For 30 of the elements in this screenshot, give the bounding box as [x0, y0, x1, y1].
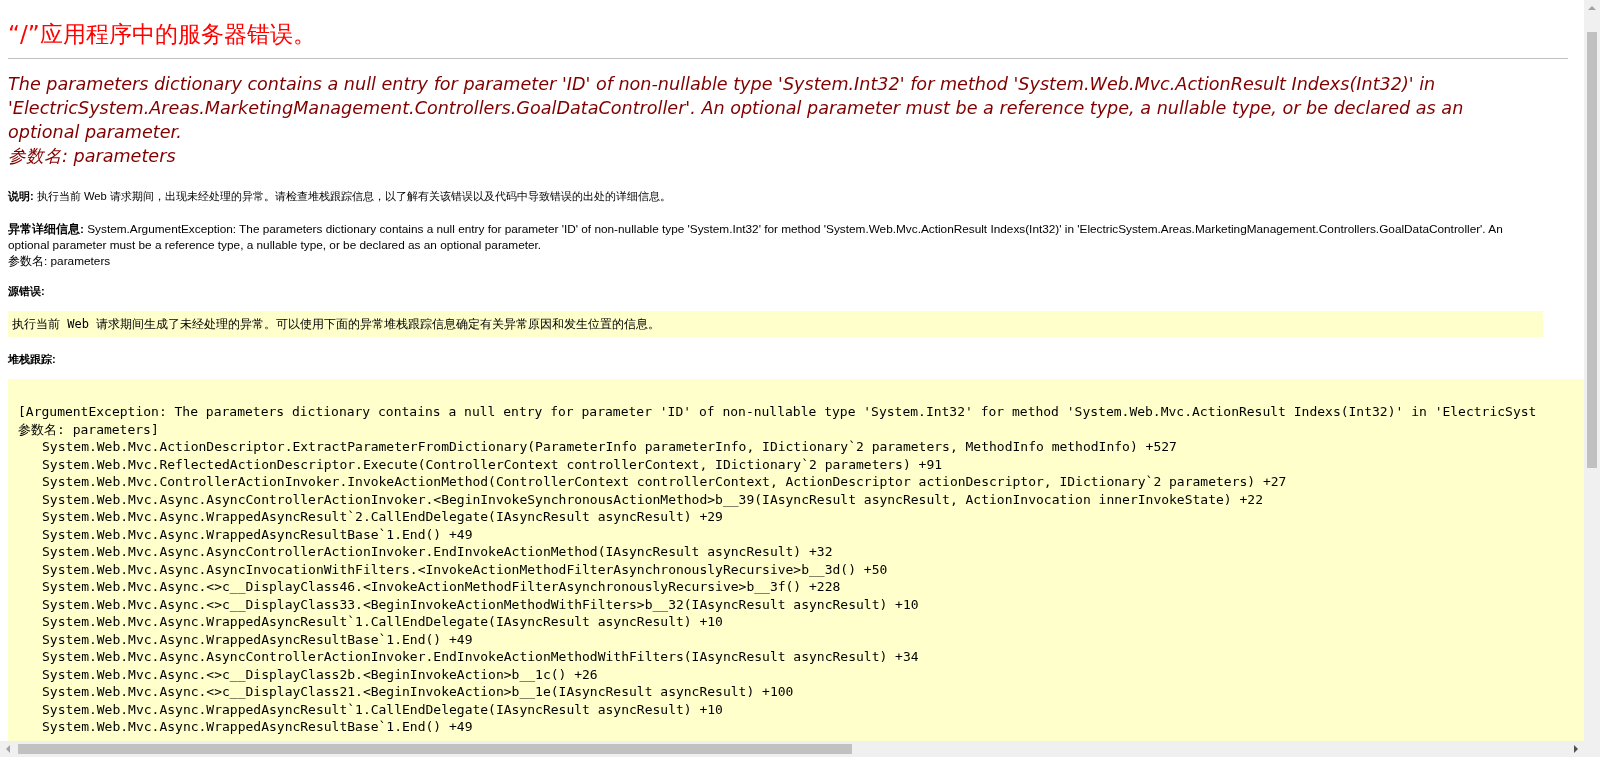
stack-trace-line: System.Web.Mvc.Async.WrappedAsyncResult`2.CallEndDelegate(IAsyncResult asyncResult) +29	[41, 508, 724, 526]
page-title: “/”应用程序中的服务器错误。	[8, 20, 317, 49]
stack-trace-line: 参数名: parameters]	[18, 420, 160, 438]
stack-trace-line: System.Web.Mvc.ReflectedActionDescriptor.Execute(ControllerContext controllerContext, IDictionary`2 parameters) +91	[41, 455, 944, 473]
section-heading: 堆栈跟踪:	[8, 352, 57, 367]
stack-trace-line: System.Web.Mvc.Async.WrappedAsyncResultBase`1.End() +49	[41, 525, 474, 543]
stack-trace-line: System.Web.Mvc.Async.AsyncControllerActionInvoker.<BeginInvokeSynchronousActionMethod>b__39(IAsyncResult asyncResult, ActionInvocation innerInvokeState) +22	[41, 490, 1264, 508]
stack-trace-line: System.Web.Mvc.Async.AsyncInvocationWithFilters.<InvokeActionMethodFilterAsynchronouslyRecursive>b__3d() +50	[41, 560, 889, 578]
stack-trace-line: System.Web.Mvc.Async.<>c__DisplayClass46.<InvokeActionMethodFilterAsynchronouslyRecursive>b__3f() +228	[41, 578, 842, 596]
stack-trace-line: System.Web.Mvc.Async.WrappedAsyncResult`1.CallEndDelegate(IAsyncResult asyncResult) +10	[41, 700, 724, 718]
stack-trace-line: System.Web.Mvc.Async.AsyncControllerActionInvoker.EndInvokeActionMethod(IAsyncResult asyncResult) +32	[41, 543, 834, 561]
stack-trace-line: System.Web.Mvc.Async.WrappedAsyncResultBase`1.End() +49	[41, 630, 474, 648]
vertical-scrollbar[interactable]	[1584, 0, 1600, 741]
description-text: 说明: 执行当前 Web 请求期间，出现未经处理的异常。请检查堆栈跟踪信息，以了解有关该错误以及代码中导致错误的出处的详细信息。	[8, 189, 672, 203]
section-heading: 源错误:	[8, 284, 46, 299]
stack-trace-line: System.Web.Mvc.Async.WrappedAsyncResult`1.CallEndDelegate(IAsyncResult asyncResult) +10	[41, 613, 724, 631]
stack-trace-line: System.Web.Mvc.Async.AsyncControllerActionInvoker.EndInvokeActionMethodWithFilters(IAsyncResult asyncResult) +34	[41, 648, 920, 666]
error-message: 参数名: parameters	[8, 145, 177, 168]
stack-trace-line: System.Web.Mvc.Async.WrappedAsyncResultBase`1.End() +49	[41, 718, 474, 736]
exception-details-text: 异常详细信息: System.ArgumentException: The parameters dictionary contains a null entry for parameter 'ID' of non-nullable type 'System.Int32' for method 'System.Web.Mvc.ActionResult Indexs(Int32)' in 'ElectricSystem.Areas.MarketingManagement.Controllers.GoalDataController'. An optional parameter must be a reference type, a nullable type, or be declared as an optional parameter.	[8, 221, 1504, 253]
stack-trace-line: System.Web.Mvc.Async.<>c__DisplayClass21.<BeginInvokeAction>b__1e(IAsyncResult asyncResult) +100	[41, 683, 795, 701]
source-error-message: 执行当前 Web 请求期间生成了未经处理的异常。可以使用下面的异常堆栈跟踪信息确定有关异常原因和发生位置的信息。	[12, 315, 661, 333]
stack-trace-line: [ArgumentException: The parameters dictionary contains a null entry for parameter 'ID' of non-nullable type 'System.Int32' for method 'System.Web.Mvc.ActionResult Indexs(Int32)' in 'ElectricSyst	[18, 403, 1538, 421]
parameter-name-text: 参数名: parameters	[8, 253, 112, 269]
horizontal-scrollbar[interactable]	[0, 741, 1600, 757]
stack-trace-line: System.Web.Mvc.Async.<>c__DisplayClass33.<BeginInvokeActionMethodWithFilters>b__32(IAsyncResult asyncResult) +10	[41, 595, 920, 613]
error-message: The parameters dictionary contains a null entry for parameter 'ID' of non-nullable type 'System.Int32' for method 'System.Web.Mvc.ActionResult Indexs(Int32)' in 'ElectricSystem.Areas.MarketingManagement.Controllers.GoalDataController'. An optional parameter must be a reference type, a nullable type, or be declared as an optional parameter.	[8, 73, 1465, 144]
stack-trace-line: System.Web.Mvc.ControllerActionInvoker.InvokeActionMethod(ControllerContext controllerContext, ActionDescriptor actionDescriptor, IDictionary`2 parameters) +27	[41, 473, 1288, 491]
stack-trace-line: System.Web.Mvc.Async.<>c__DisplayClass2b.<BeginInvokeAction>b__1c() +26	[41, 665, 599, 683]
stack-trace-line: System.Web.Mvc.ActionDescriptor.ExtractParameterFromDictionary(ParameterInfo parameterInfo, IDictionary`2 parameters, MethodInfo methodInfo) +527	[41, 438, 1178, 456]
